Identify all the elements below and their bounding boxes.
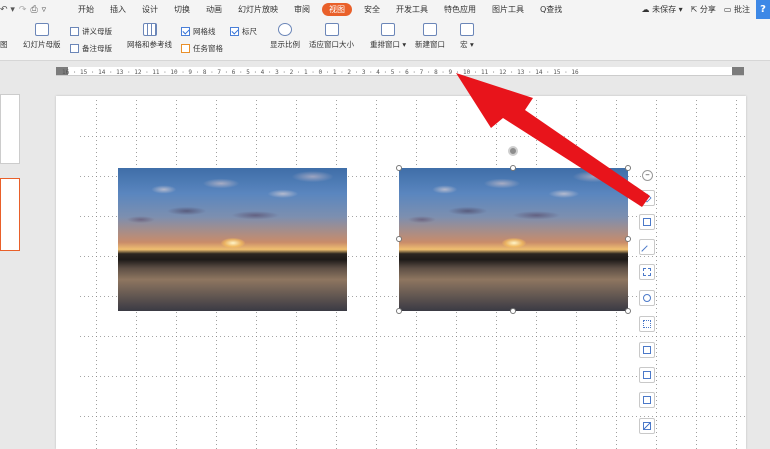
repeat-icon[interactable]: ↷ (19, 5, 27, 15)
replace-icon[interactable] (639, 342, 655, 358)
ruler-checkbox[interactable]: 标尺 (230, 26, 257, 37)
ruler-check[interactable] (230, 27, 239, 36)
notes-master-button[interactable]: 备注母版 (70, 43, 112, 54)
quick-access-toolbar: ↶ ▾ ↷ ⎙ ▿ (0, 5, 70, 15)
sunset-photo-selected[interactable] (399, 168, 628, 311)
rotate-handle[interactable] (508, 146, 518, 156)
unsaved-status[interactable]: ☁ 未保存 ▾ (642, 4, 683, 15)
gridlines-checkbox[interactable]: 网格线 (181, 26, 216, 37)
tab-view[interactable]: 视图 (322, 3, 352, 16)
view-ribbon: 图 幻灯片母版 讲义母版 备注母版 网格和参考线 网格线 标尺 任务窗格 显示比… (0, 19, 770, 61)
tab-features[interactable]: 特色应用 (436, 0, 484, 19)
resize-handle-sw[interactable] (396, 308, 402, 314)
slide-thumbnail-1[interactable] (0, 94, 20, 164)
resize-handle-nw[interactable] (396, 165, 402, 171)
task-pane-checkbox[interactable]: 任务窗格 (181, 43, 223, 54)
status-area: ☁ 未保存 ▾ ⇱ 分享 ▭ 批注 (642, 4, 756, 15)
notes-master-icon (70, 44, 79, 53)
resize-handle-n[interactable] (510, 165, 516, 171)
comment-icon: ▭ (723, 5, 732, 14)
macro-button[interactable]: 宏 ▾ (460, 23, 474, 50)
zoom-button[interactable]: 显示比例 (270, 23, 300, 50)
border-icon[interactable] (639, 418, 655, 434)
redo-icon[interactable]: ↶ ▾ (0, 5, 15, 15)
resize-handle-e[interactable] (625, 236, 631, 242)
tab-review[interactable]: 审阅 (286, 0, 318, 19)
menu-tabs: 开始 插入 设计 切换 动画 幻灯片放映 审阅 视图 安全 开发工具 特色应用 … (70, 0, 570, 19)
slide-thumbnail-2[interactable] (0, 178, 20, 251)
gridlines-check[interactable] (181, 27, 190, 36)
tab-picture-tools[interactable]: 图片工具 (484, 0, 532, 19)
new-window-button[interactable]: 新建窗口 (415, 23, 445, 50)
tab-insert[interactable]: 插入 (102, 0, 134, 19)
copy-icon[interactable] (639, 367, 655, 383)
tab-developer[interactable]: 开发工具 (388, 0, 436, 19)
comment-button[interactable]: ▭ 批注 (724, 4, 750, 15)
crop-icon[interactable] (639, 214, 655, 230)
macro-icon (460, 23, 474, 36)
slide-thumbnail-panel (0, 61, 26, 449)
sunset-photo-original[interactable] (118, 168, 347, 311)
fit-window-button[interactable]: 适应窗口大小 (309, 23, 354, 50)
effects-icon[interactable] (639, 316, 655, 332)
new-window-icon (423, 23, 437, 36)
horizontal-ruler[interactable]: 16 · 15 · 14 · 13 · 12 · 11 · 10 · 9 · 8… (56, 67, 744, 76)
search-box[interactable]: Q查找 (532, 0, 570, 19)
share-button[interactable]: ⇱ 分享 (691, 4, 716, 15)
cloud-icon: ☁ (641, 5, 650, 14)
resize-handle-se[interactable] (625, 308, 631, 314)
print-icon[interactable]: ⎙ (30, 5, 37, 15)
tab-animation[interactable]: 动画 (198, 0, 230, 19)
tab-design[interactable]: 设计 (134, 0, 166, 19)
fit-window-icon (324, 23, 339, 36)
tab-slideshow[interactable]: 幻灯片放映 (230, 0, 286, 19)
more-icon[interactable]: ▿ (42, 5, 47, 15)
menu-bar: ↶ ▾ ↷ ⎙ ▿ 开始 插入 设计 切换 动画 幻灯片放映 审阅 视图 安全 … (0, 0, 770, 19)
resize-handle-w[interactable] (396, 236, 402, 242)
ribbon-slide-edge[interactable]: 图 (0, 39, 8, 50)
resize-handle-s[interactable] (510, 308, 516, 314)
rearrange-icon (381, 23, 396, 36)
save-icon[interactable] (639, 392, 655, 408)
grid-icon (142, 23, 157, 36)
flip-icon[interactable] (639, 264, 655, 280)
slide-master-icon (34, 23, 49, 36)
magnifier-icon (278, 23, 292, 36)
zoom-icon[interactable] (639, 290, 655, 306)
resize-handle-ne[interactable] (625, 165, 631, 171)
help-icon[interactable]: ? (756, 0, 770, 19)
grid-guides-button[interactable]: 网格和参考线 (127, 23, 172, 50)
tab-security[interactable]: 安全 (356, 0, 388, 19)
share-icon: ⇱ (690, 5, 698, 14)
resize-icon[interactable] (639, 239, 655, 257)
rearrange-window-button[interactable]: 重排窗口 ▾ (370, 23, 406, 50)
collapse-icon[interactable]: – (642, 170, 653, 181)
slide-master-button[interactable]: 幻灯片母版 (23, 23, 61, 50)
task-pane-check[interactable] (181, 44, 190, 53)
ruler-labels: 16 · 15 · 14 · 13 · 12 · 11 · 10 · 9 · 8… (62, 69, 579, 76)
handout-master-button[interactable]: 讲义母版 (70, 26, 112, 37)
tab-home[interactable]: 开始 (70, 0, 102, 19)
layers-icon[interactable] (639, 190, 655, 206)
tab-transition[interactable]: 切换 (166, 0, 198, 19)
handout-master-icon (70, 27, 79, 36)
